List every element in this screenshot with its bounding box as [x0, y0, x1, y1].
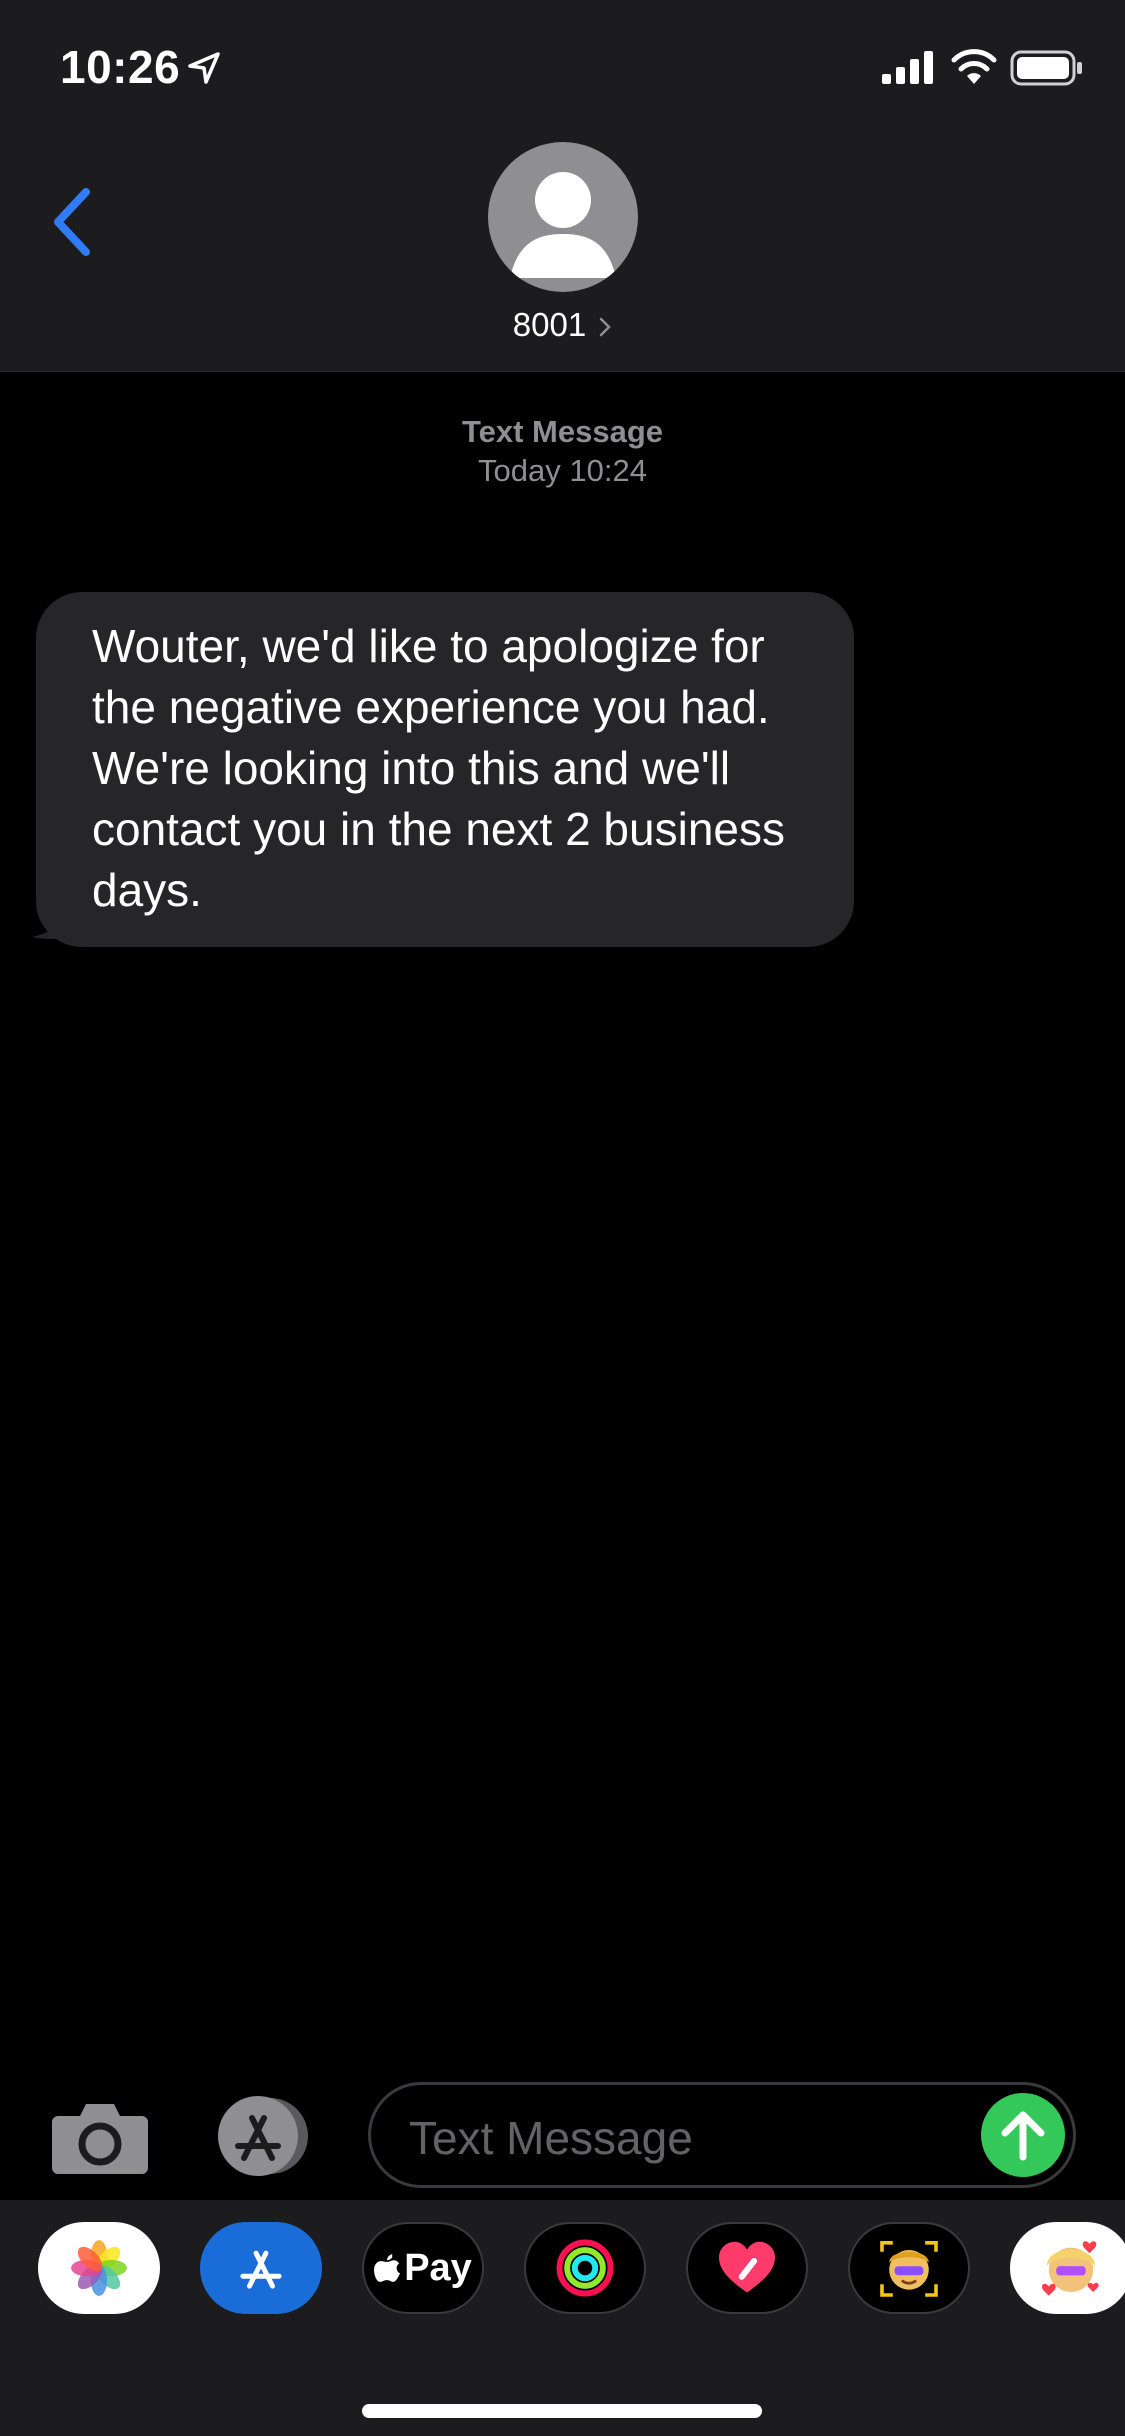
photos-icon — [71, 2240, 127, 2296]
app-photos-button[interactable] — [38, 2222, 160, 2314]
app-store-button[interactable] — [200, 2222, 322, 2314]
message-bubble: Wouter, we'd like to apologize for the n… — [36, 592, 854, 947]
person-silhouette-icon — [510, 172, 616, 278]
timestamp-time: Today 10:24 — [478, 453, 647, 488]
apple-pay-label: Pay — [404, 2246, 472, 2289]
message-text: Wouter, we'd like to apologize for the n… — [92, 620, 785, 916]
battery-icon — [1010, 50, 1082, 86]
apple-pay-button[interactable]: Pay — [362, 2222, 484, 2314]
digital-touch-button[interactable] — [686, 2222, 808, 2314]
apps-button[interactable] — [208, 2094, 318, 2178]
animoji-icon — [880, 2241, 938, 2297]
conversation-header: 8001 — [0, 132, 1125, 372]
send-button[interactable] — [981, 2093, 1065, 2177]
input-placeholder: Text Message — [409, 2112, 693, 2164]
chevron-right-icon — [599, 318, 611, 337]
memoji-stickers-button[interactable] — [1010, 2222, 1125, 2314]
digital-touch-heart-icon — [719, 2241, 775, 2293]
message-input[interactable]: Text Message — [368, 2082, 1076, 2188]
message-incoming[interactable]: Wouter, we'd like to apologize for the n… — [36, 592, 856, 947]
camera-button[interactable] — [50, 2098, 150, 2176]
activity-app-button[interactable] — [524, 2222, 646, 2314]
message-timestamp: Text Message Today 10:24 — [0, 412, 1125, 490]
timestamp-label: Text Message — [461, 414, 663, 449]
imessage-app-drawer: Pay — [0, 2200, 1125, 2436]
arrow-up-icon — [1001, 2111, 1045, 2161]
memoji-icon — [1042, 2241, 1099, 2296]
status-bar: 10:26 — [0, 0, 1125, 132]
animoji-app-button[interactable] — [848, 2222, 970, 2314]
cellular-signal-icon — [882, 51, 933, 84]
app-store-icon — [240, 2250, 282, 2289]
contact-name: 8001 — [512, 306, 587, 343]
contact-name-row[interactable]: 8001 — [0, 306, 1125, 344]
home-indicator[interactable] — [362, 2404, 762, 2418]
apple-logo-icon — [374, 2254, 401, 2282]
contact-avatar[interactable] — [488, 142, 638, 292]
status-time: 10:26 — [60, 41, 181, 93]
location-arrow-icon — [188, 52, 220, 84]
back-button[interactable] — [44, 182, 104, 262]
wifi-icon — [951, 49, 997, 84]
activity-rings-icon — [556, 2239, 614, 2297]
